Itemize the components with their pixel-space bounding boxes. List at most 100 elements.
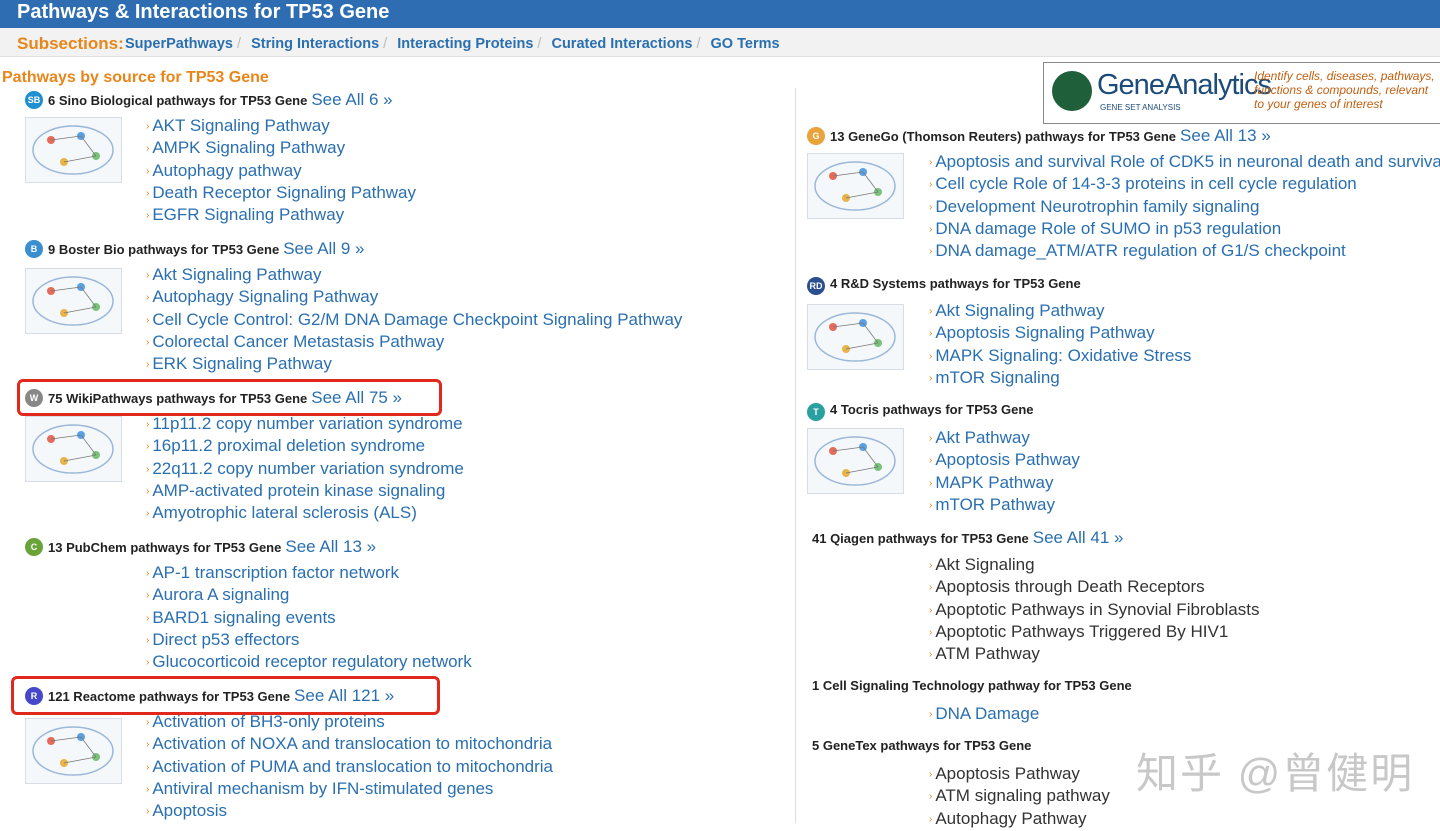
pathway-thumbnail[interactable] bbox=[807, 428, 904, 494]
pathway-thumbnail[interactable] bbox=[25, 416, 122, 482]
bullet-arrow-icon: › bbox=[929, 499, 933, 511]
pathway-item[interactable]: › Antiviral mechanism by IFN-stimulated g… bbox=[146, 779, 553, 801]
pathway-item[interactable]: › EGFR Signaling Pathway bbox=[146, 205, 416, 227]
pathway-diagram-icon bbox=[26, 118, 121, 182]
pathway-item: › Autophagy Pathway bbox=[929, 809, 1110, 831]
pathway-item[interactable]: › Death Receptor Signaling Pathway bbox=[146, 183, 416, 205]
source-title-text: 41 Qiagen pathways for TP53 Gene bbox=[812, 531, 1029, 546]
link-interacting-proteins[interactable]: Interacting Proteins bbox=[397, 36, 533, 52]
pathway-item[interactable]: › ERK Signaling Pathway bbox=[146, 354, 682, 376]
pathway-item[interactable]: › Apoptosis Signaling Pathway bbox=[929, 323, 1191, 345]
bullet-arrow-icon: › bbox=[929, 306, 933, 317]
pathway-item[interactable]: › Direct p53 effectors bbox=[146, 630, 472, 652]
dna-logo-icon bbox=[1052, 71, 1092, 111]
pathway-thumbnail[interactable] bbox=[807, 153, 904, 219]
bullet-arrow-icon: › bbox=[929, 709, 933, 720]
link-superpathways[interactable]: SuperPathways bbox=[125, 36, 233, 52]
bullet-arrow-icon: › bbox=[146, 121, 150, 132]
pathway-item[interactable]: › Activation of NOXA and translocation to… bbox=[146, 734, 553, 756]
pathway-item[interactable]: › mTOR Pathway bbox=[929, 495, 1080, 517]
pathway-thumbnail[interactable] bbox=[807, 304, 904, 370]
pathway-item-label: ERK Signaling Pathway bbox=[152, 354, 332, 374]
bullet-arrow-icon: › bbox=[146, 359, 150, 371]
pathway-item[interactable]: › Aurora A signaling bbox=[146, 585, 472, 607]
pathway-thumbnail[interactable] bbox=[25, 268, 122, 334]
pathway-item-label: mTOR Pathway bbox=[935, 494, 1056, 514]
pathway-item[interactable]: › AMP-activated protein kinase signaling bbox=[146, 481, 464, 503]
pathway-item[interactable]: › MAPK Signaling: Oxidative Stress bbox=[929, 346, 1191, 368]
pathway-item[interactable]: › 22q11.2 copy number variation syndrome bbox=[146, 459, 464, 481]
pathway-item[interactable]: › Activation of BH3-only proteins bbox=[146, 712, 553, 734]
pathway-item[interactable]: › Amyotrophic lateral sclerosis (ALS) bbox=[146, 503, 464, 525]
pathway-item[interactable]: › MAPK Pathway bbox=[929, 473, 1080, 495]
pathway-item[interactable]: › AKT Signaling Pathway bbox=[146, 116, 416, 138]
pathway-item[interactable]: › DNA damage_ATM/ATR regulation of G1/S c… bbox=[929, 241, 1440, 263]
pathway-item[interactable]: › Apoptosis bbox=[146, 801, 553, 823]
pathway-item[interactable]: › AMPK Signaling Pathway bbox=[146, 138, 416, 160]
pathway-item[interactable]: › Activation of PUMA and translocation to… bbox=[146, 757, 553, 779]
source-title: 5 GeneTex pathways for TP53 Gene bbox=[812, 738, 1031, 753]
bullet-arrow-icon: › bbox=[929, 179, 933, 191]
link-go-terms[interactable]: GO Terms bbox=[711, 36, 780, 52]
pathway-item[interactable]: › Colorectal Cancer Metastasis Pathway bbox=[146, 332, 682, 354]
ad-subtitle: GENE SET ANALYSIS bbox=[1100, 103, 1181, 112]
pathway-item[interactable]: › DNA damage Role of SUMO in p53 regulati… bbox=[929, 219, 1440, 241]
pathway-item-label: mTOR Signaling bbox=[935, 367, 1060, 387]
pathway-item: › Apoptotic Pathways in Synovial Fibrobla… bbox=[929, 600, 1259, 622]
bullet-arrow-icon: › bbox=[929, 157, 933, 168]
pathways-by-source-title: Pathways by source for TP53 Gene bbox=[2, 69, 269, 86]
bullet-arrow-icon: › bbox=[146, 314, 150, 326]
pathway-item[interactable]: › Akt Pathway bbox=[929, 428, 1080, 450]
pathway-item-label: Apoptosis Pathway bbox=[935, 450, 1080, 470]
pathway-item-label: AP-1 transcription factor network bbox=[152, 563, 399, 582]
bullet-arrow-icon: › bbox=[146, 783, 150, 795]
pathway-item[interactable]: › Apoptosis and survival Role of CDK5 in … bbox=[929, 152, 1440, 174]
pathway-item[interactable]: › BARD1 signaling events bbox=[146, 608, 472, 630]
pathway-item[interactable]: › Cell cycle Role of 14-3-3 proteins in c… bbox=[929, 174, 1440, 196]
pathway-item[interactable]: › 11p11.2 copy number variation syndrome bbox=[146, 414, 464, 436]
pathway-item[interactable]: › Autophagy pathway bbox=[146, 161, 416, 183]
ad-tagline-line: to your genes of interest bbox=[1254, 97, 1383, 111]
pathway-item[interactable]: › Glucocorticoid receptor regulatory netw… bbox=[146, 652, 472, 674]
pathway-item[interactable]: › AP-1 transcription factor network bbox=[146, 563, 472, 585]
subsections-links: SuperPathways / String Interactions / Inte… bbox=[125, 36, 780, 52]
bullet-arrow-icon: › bbox=[146, 590, 150, 602]
pathway-item-label: DNA damage_ATM/ATR regulation of G1/S ch… bbox=[935, 241, 1346, 261]
bullet-arrow-icon: › bbox=[929, 560, 933, 571]
see-all-link[interactable]: See All 6 » bbox=[311, 90, 392, 109]
pathway-item[interactable]: › mTOR Signaling bbox=[929, 368, 1191, 390]
pathway-item[interactable]: › Akt Signaling Pathway bbox=[146, 265, 682, 287]
pathway-item[interactable]: › DNA Damage bbox=[929, 704, 1039, 726]
see-all-link[interactable]: See All 9 » bbox=[283, 239, 364, 258]
pathway-item-label: ATM Pathway bbox=[935, 644, 1040, 664]
see-all-link[interactable]: See All 13 » bbox=[1180, 126, 1271, 145]
link-string-interactions[interactable]: String Interactions bbox=[251, 36, 379, 52]
pathway-item-label: Akt Pathway bbox=[935, 428, 1030, 447]
bullet-arrow-icon: › bbox=[929, 582, 933, 594]
pathway-thumbnail[interactable] bbox=[25, 718, 122, 784]
pubchem-icon: C bbox=[25, 538, 43, 556]
pathway-thumbnail[interactable] bbox=[25, 117, 122, 183]
bullet-arrow-icon: › bbox=[146, 717, 150, 728]
see-all-link[interactable]: See All 41 » bbox=[1033, 528, 1124, 547]
pathway-item-label: Glucocorticoid receptor regulatory netwo… bbox=[152, 652, 472, 672]
pathway-list: › Activation of BH3-only proteins › Activat… bbox=[146, 712, 553, 823]
pathway-item[interactable]: › Apoptosis Pathway bbox=[929, 450, 1080, 472]
source-title-text: 4 Tocris pathways for TP53 Gene bbox=[830, 402, 1034, 417]
pathway-item[interactable]: › 16p11.2 proximal deletion syndrome bbox=[146, 436, 464, 458]
separator: / bbox=[237, 36, 242, 52]
bullet-arrow-icon: › bbox=[146, 568, 150, 579]
pathway-item[interactable]: › Cell Cycle Control: G2/M DNA Damage Che… bbox=[146, 310, 682, 332]
ad-tagline: Identify cells, diseases, pathways, func… bbox=[1254, 69, 1435, 111]
source-title: 1 Cell Signaling Technology pathway for … bbox=[812, 678, 1132, 693]
bullet-arrow-icon: › bbox=[929, 246, 933, 258]
pathway-item-label: MAPK Pathway bbox=[935, 472, 1054, 492]
pathway-item[interactable]: › Development Neurotrophin family signali… bbox=[929, 197, 1440, 219]
pathway-item[interactable]: › Autophagy Signaling Pathway bbox=[146, 287, 682, 309]
geneanalytics-banner[interactable]: GeneAnalytics GENE SET ANALYSIS Identify… bbox=[1043, 62, 1440, 124]
pathway-list: › AP-1 transcription factor network › Auror… bbox=[146, 563, 472, 674]
pathway-item-label: Akt Signaling Pathway bbox=[152, 265, 322, 284]
link-curated-interactions[interactable]: Curated Interactions bbox=[551, 36, 692, 52]
see-all-link[interactable]: See All 13 » bbox=[285, 537, 376, 556]
pathway-item[interactable]: › Akt Signaling Pathway bbox=[929, 301, 1191, 323]
